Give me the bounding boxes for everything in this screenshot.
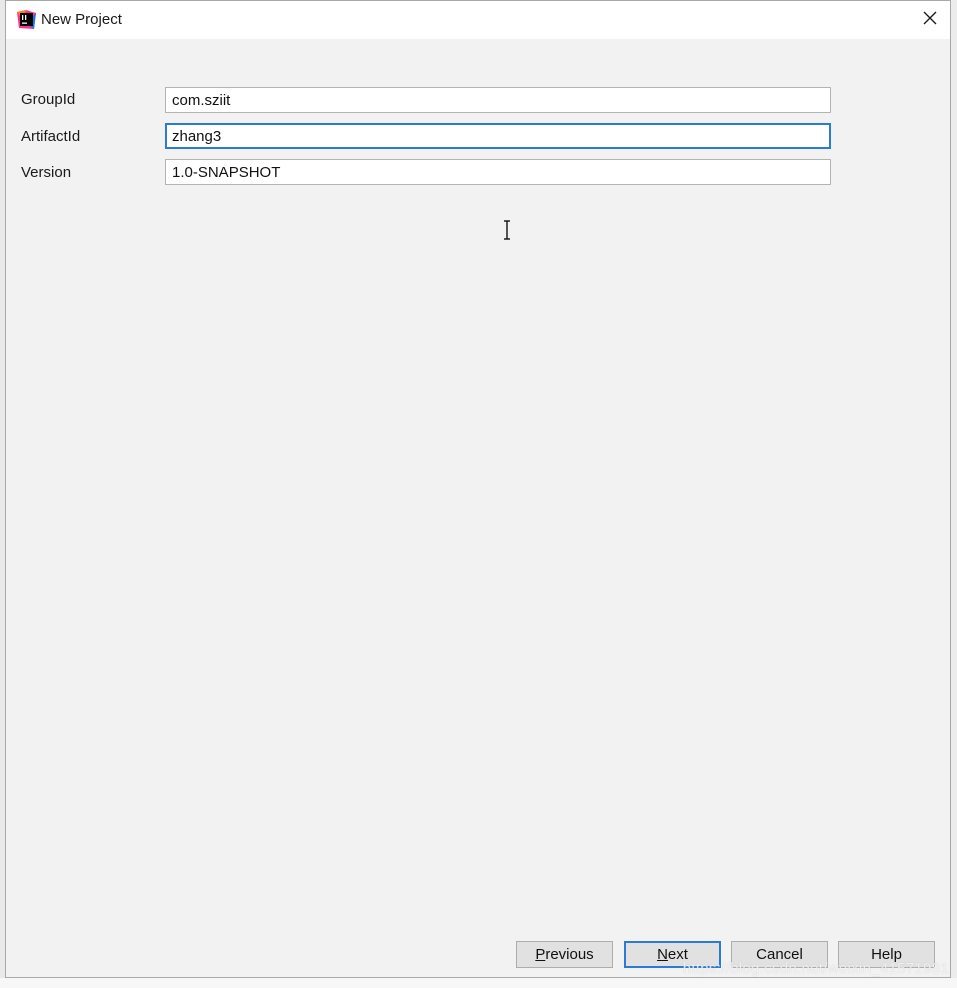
artifactid-label: ArtifactId (21, 128, 81, 145)
close-icon (923, 11, 937, 29)
intellij-idea-icon (17, 10, 36, 29)
dialog-content: GroupId ArtifactId Version Previous Next… (6, 39, 950, 977)
next-mnemonic: N (657, 946, 668, 963)
background-window-edge-right (951, 0, 957, 988)
watermark: https://blog.csdn.net/weixin_41571981 (682, 960, 949, 977)
previous-mnemonic: P (535, 946, 546, 963)
new-project-dialog: New Project GroupId ArtifactId Version P… (5, 0, 951, 978)
previous-label: revious (545, 946, 594, 963)
close-button[interactable] (910, 1, 950, 39)
version-field[interactable] (165, 159, 831, 185)
previous-button[interactable]: Previous (516, 941, 613, 968)
version-label: Version (21, 164, 72, 181)
text-cursor-icon (502, 219, 512, 241)
groupid-field[interactable] (165, 87, 831, 113)
background-window-bottom (0, 978, 957, 988)
groupid-label: GroupId (21, 91, 76, 108)
title-bar[interactable]: New Project (6, 1, 950, 39)
artifactid-field[interactable] (165, 123, 831, 149)
dialog-title: New Project (41, 11, 122, 28)
